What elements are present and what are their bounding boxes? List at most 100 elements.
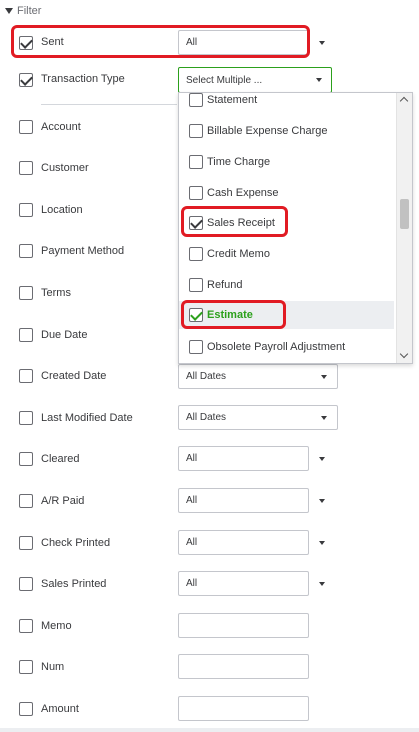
ar-paid-select[interactable]: All (178, 488, 309, 513)
dropdown-item-label: Cash Expense (207, 187, 279, 199)
check-printed-caret-down-icon[interactable] (319, 541, 325, 545)
chevron-down-icon (321, 375, 327, 379)
cleared-checkbox[interactable] (19, 452, 33, 466)
check-printed-select[interactable]: All (178, 530, 309, 555)
ar-paid-caret-down-icon[interactable] (319, 499, 325, 503)
ar-paid-checkbox[interactable] (19, 494, 33, 508)
payment-method-checkbox[interactable] (19, 244, 33, 258)
filter-row-cleared: Cleared All (0, 445, 340, 473)
created-date-label: Created Date (41, 370, 107, 382)
dropdown-item-checkbox[interactable] (189, 155, 203, 169)
payment-method-label: Payment Method (41, 245, 125, 257)
transaction-type-select-value: Select Multiple ... (186, 74, 263, 86)
dropdown-scrollbar[interactable] (396, 93, 412, 363)
memo-checkbox[interactable] (19, 619, 33, 633)
customer-label: Customer (41, 162, 89, 174)
dropdown-item-obsolete-payroll-adjustment[interactable]: Obsolete Payroll Adjustment (179, 333, 394, 361)
transaction-type-select[interactable]: Select Multiple ... (178, 67, 332, 93)
ar-paid-label: A/R Paid (41, 495, 85, 507)
filter-row-amount: Amount (0, 695, 340, 723)
last-modified-date-select-value: All Dates (186, 412, 227, 423)
last-modified-date-label: Last Modified Date (41, 412, 133, 424)
dropdown-item-cash-expense[interactable]: Cash Expense (179, 179, 394, 207)
dropdown-item-label: Refund (207, 279, 243, 291)
dropdown-item-checkbox[interactable] (189, 124, 203, 138)
filter-header[interactable]: Filter (5, 4, 41, 18)
memo-label: Memo (41, 620, 72, 632)
filter-row-last-modified-date: Last Modified Date All Dates (0, 404, 340, 432)
last-modified-date-checkbox[interactable] (19, 411, 33, 425)
dropdown-item-label: Credit Memo (207, 248, 270, 260)
amount-label: Amount (41, 703, 79, 715)
dropdown-item-label: Statement (207, 94, 258, 106)
filter-row-sales-printed: Sales Printed All (0, 570, 340, 598)
triangle-down-icon (5, 8, 13, 14)
divider (41, 104, 177, 105)
num-checkbox[interactable] (19, 660, 33, 674)
filter-row-created-date: Created Date All Dates (0, 362, 340, 390)
filter-row-num: Num (0, 653, 340, 681)
filter-row-transaction-type: Transaction Type Select Multiple ... (0, 67, 340, 95)
dropdown-item-label: Obsolete Payroll Adjustment (207, 341, 346, 353)
sales-receipt-highlight (181, 206, 288, 237)
filter-row-memo: Memo (0, 612, 340, 640)
num-label: Num (41, 661, 65, 673)
amount-checkbox[interactable] (19, 702, 33, 716)
dropdown-item-checkbox[interactable] (189, 278, 203, 292)
customer-checkbox[interactable] (19, 161, 33, 175)
dropdown-item-checkbox[interactable] (189, 340, 203, 354)
memo-input[interactable] (178, 613, 309, 638)
cleared-caret-down-icon[interactable] (319, 457, 325, 461)
ar-paid-select-value: All (186, 495, 198, 506)
dropdown-item-time-charge[interactable]: Time Charge (179, 148, 394, 176)
dropdown-item-label: Billable Expense Charge (207, 125, 328, 137)
dropdown-item-checkbox[interactable] (189, 93, 203, 107)
dropdown-item-credit-memo[interactable]: Credit Memo (179, 240, 394, 268)
scrollbar-thumb[interactable] (400, 199, 409, 229)
account-label: Account (41, 121, 81, 133)
cleared-select[interactable]: All (178, 446, 309, 471)
filter-header-label: Filter (17, 5, 42, 17)
dropdown-item-billable-expense-charge[interactable]: Billable Expense Charge (179, 117, 394, 145)
check-printed-select-value: All (186, 537, 198, 548)
created-date-select-value: All Dates (186, 371, 227, 382)
num-input[interactable] (178, 654, 309, 679)
sales-printed-caret-down-icon[interactable] (319, 582, 325, 586)
dropdown-item-checkbox[interactable] (189, 186, 203, 200)
dropdown-item-checkbox[interactable] (189, 247, 203, 261)
sales-printed-select[interactable]: All (178, 571, 309, 596)
sales-printed-label: Sales Printed (41, 578, 107, 590)
location-checkbox[interactable] (19, 203, 33, 217)
due-date-label: Due Date (41, 329, 88, 341)
chevron-down-icon (321, 416, 327, 420)
sent-highlight (11, 25, 310, 58)
check-printed-checkbox[interactable] (19, 536, 33, 550)
filter-row-ar-paid: A/R Paid All (0, 487, 340, 515)
sales-printed-select-value: All (186, 578, 198, 589)
last-modified-date-select[interactable]: All Dates (178, 405, 338, 430)
bottom-divider (0, 728, 419, 732)
scroll-down-arrow-icon[interactable] (399, 349, 409, 359)
created-date-checkbox[interactable] (19, 369, 33, 383)
terms-checkbox[interactable] (19, 286, 33, 300)
sales-printed-checkbox[interactable] (19, 577, 33, 591)
cleared-select-value: All (186, 453, 198, 464)
sent-caret-down-icon[interactable] (319, 41, 325, 45)
transaction-type-label: Transaction Type (41, 73, 125, 85)
dropdown-item-statement[interactable]: Statement (179, 93, 394, 114)
amount-input[interactable] (178, 696, 309, 721)
transaction-type-checkbox[interactable] (19, 73, 33, 87)
due-date-checkbox[interactable] (19, 328, 33, 342)
dropdown-item-refund[interactable]: Refund (179, 271, 394, 299)
location-label: Location (41, 204, 83, 216)
created-date-select[interactable]: All Dates (178, 364, 338, 389)
account-checkbox[interactable] (19, 120, 33, 134)
check-printed-label: Check Printed (41, 537, 111, 549)
estimate-highlight (181, 300, 286, 329)
chevron-down-icon (316, 78, 322, 82)
filter-row-check-printed: Check Printed All (0, 529, 340, 557)
cleared-label: Cleared (41, 453, 80, 465)
terms-label: Terms (41, 287, 71, 299)
scroll-up-arrow-icon[interactable] (399, 96, 409, 106)
dropdown-item-label: Time Charge (207, 156, 271, 168)
